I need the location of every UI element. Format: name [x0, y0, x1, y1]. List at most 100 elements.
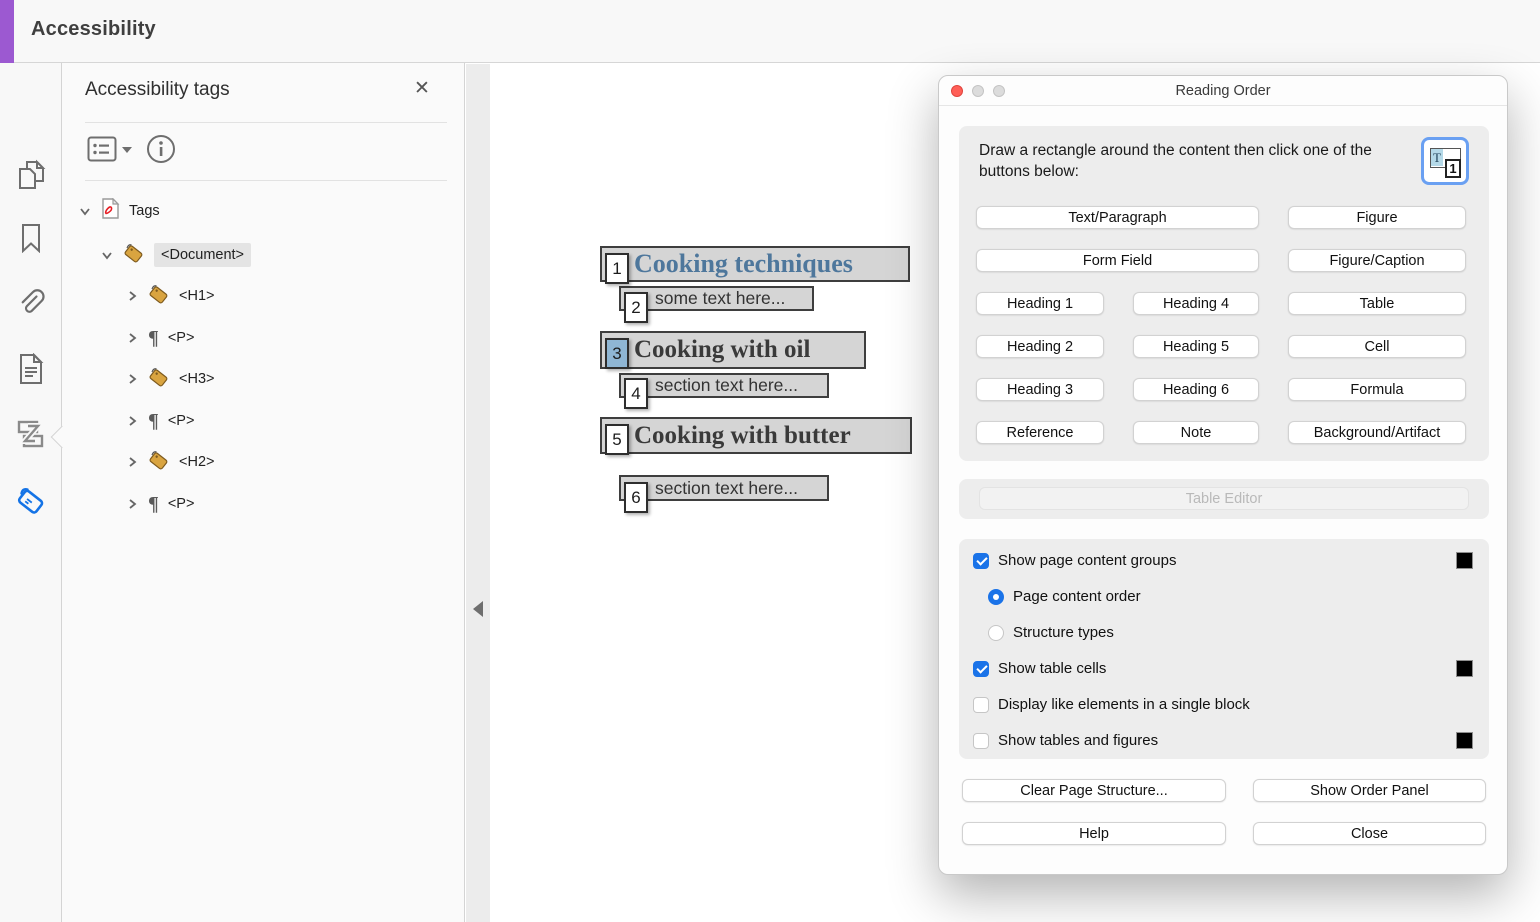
- left-icon-bar: [0, 63, 62, 922]
- checkbox[interactable]: [973, 553, 989, 569]
- text-paragraph-button[interactable]: Text/Paragraph: [976, 206, 1259, 229]
- tables-figures-color-swatch[interactable]: [1456, 732, 1473, 749]
- heading-6-button[interactable]: Heading 6: [1133, 378, 1259, 401]
- paragraph-icon: ¶: [148, 411, 159, 431]
- order-number-badge[interactable]: 5: [605, 424, 629, 455]
- tag-icon: [148, 449, 170, 476]
- checkbox[interactable]: [973, 697, 989, 713]
- list-options-icon[interactable]: [87, 136, 117, 167]
- tree-item-h2[interactable]: <H2>: [125, 447, 214, 477]
- table-cells-color-swatch[interactable]: [1456, 660, 1473, 677]
- tags-panel-title: Accessibility tags: [85, 79, 230, 101]
- bookmarks-icon[interactable]: [0, 223, 62, 253]
- chevron-down-icon[interactable]: [100, 248, 114, 262]
- tree-item-document[interactable]: <Document>: [100, 240, 251, 270]
- option-label: Page content order: [1013, 588, 1141, 605]
- tree-item-label: <Document>: [154, 243, 251, 267]
- chevron-right-icon[interactable]: [125, 497, 139, 511]
- content-group-h2[interactable]: Cooking with butter: [600, 417, 912, 454]
- chevron-down-icon[interactable]: [122, 147, 132, 153]
- heading-4-button[interactable]: Heading 4: [1133, 292, 1259, 315]
- option-label: Structure types: [1013, 624, 1114, 641]
- page-thumbnails-icon[interactable]: [0, 159, 62, 191]
- option-label: Show page content groups: [998, 552, 1176, 569]
- checkbox[interactable]: [973, 661, 989, 677]
- tree-item-h1[interactable]: <H1>: [125, 281, 214, 311]
- chevron-right-icon[interactable]: [125, 455, 139, 469]
- tree-item-tags[interactable]: Tags: [78, 196, 160, 226]
- dialog-title: Reading Order: [939, 83, 1507, 99]
- close-icon[interactable]: ✕: [414, 77, 430, 100]
- tree-item-p1[interactable]: ¶ <P>: [125, 323, 194, 353]
- option-label: Show tables and figures: [998, 732, 1158, 749]
- order-number-badge-selected[interactable]: 3: [605, 338, 629, 369]
- chevron-right-icon[interactable]: [125, 331, 139, 345]
- instruction-text: Draw a rectangle around the content then…: [979, 141, 1389, 183]
- table-editor-button: Table Editor: [979, 487, 1469, 510]
- note-button[interactable]: Note: [1133, 421, 1259, 444]
- option-show-tables-and-figures[interactable]: Show tables and figures: [973, 732, 1158, 749]
- heading-5-button[interactable]: Heading 5: [1133, 335, 1259, 358]
- chevron-right-icon[interactable]: [125, 289, 139, 303]
- close-button[interactable]: Close: [1253, 822, 1486, 845]
- chevron-down-icon[interactable]: [78, 204, 92, 218]
- chevron-right-icon[interactable]: [125, 372, 139, 386]
- order-number-badge[interactable]: 4: [624, 378, 648, 409]
- tree-item-label: <H2>: [179, 454, 214, 470]
- background-artifact-button[interactable]: Background/Artifact: [1288, 421, 1466, 444]
- option-show-page-content-groups[interactable]: Show page content groups: [973, 552, 1176, 569]
- form-field-button[interactable]: Form Field: [976, 249, 1259, 272]
- paragraph-icon: ¶: [148, 494, 159, 514]
- heading-1-button[interactable]: Heading 1: [976, 292, 1104, 315]
- attachments-icon[interactable]: [0, 287, 62, 319]
- collapse-panel-arrow-icon[interactable]: [473, 601, 483, 617]
- heading3-text: Cooking with oil: [602, 336, 810, 364]
- tree-item-label: <H1>: [179, 288, 214, 304]
- tree-item-p3[interactable]: ¶ <P>: [125, 489, 194, 519]
- checkbox[interactable]: [973, 733, 989, 749]
- order-number-badge[interactable]: 6: [624, 482, 648, 513]
- reference-button[interactable]: Reference: [976, 421, 1104, 444]
- order-number-badge[interactable]: 2: [624, 292, 648, 323]
- heading2-text: Cooking with butter: [602, 422, 851, 450]
- content-groups-color-swatch[interactable]: [1456, 552, 1473, 569]
- reading-order-dialog: Reading Order Draw a rectangle around th…: [938, 75, 1508, 875]
- accessibility-tags-icon[interactable]: [0, 484, 62, 516]
- tree-item-label: Tags: [129, 203, 160, 219]
- chevron-right-icon[interactable]: [125, 414, 139, 428]
- content-group-text3[interactable]: section text here...: [619, 475, 829, 501]
- radio-button[interactable]: [988, 625, 1004, 641]
- help-button[interactable]: Help: [962, 822, 1226, 845]
- cell-button[interactable]: Cell: [1288, 335, 1466, 358]
- show-order-panel-button[interactable]: Show Order Panel: [1253, 779, 1486, 802]
- option-display-like-elements[interactable]: Display like elements in a single block: [973, 696, 1250, 713]
- dialog-footer: Clear Page Structure... Show Order Panel…: [962, 779, 1486, 845]
- tree-item-label: <H3>: [179, 371, 214, 387]
- info-icon[interactable]: [146, 134, 176, 169]
- draw-rectangle-tool-icon[interactable]: T 1: [1421, 137, 1469, 185]
- option-page-content-order[interactable]: Page content order: [988, 588, 1141, 605]
- table-button[interactable]: Table: [1288, 292, 1466, 315]
- content-group-h3[interactable]: Cooking with oil: [600, 331, 866, 369]
- order-number-badge[interactable]: 1: [605, 253, 629, 284]
- option-label: Show table cells: [998, 660, 1106, 677]
- tree-item-label: <P>: [168, 413, 195, 429]
- content-group-text1[interactable]: some text here...: [619, 286, 814, 311]
- clear-page-structure-button[interactable]: Clear Page Structure...: [962, 779, 1226, 802]
- option-show-table-cells[interactable]: Show table cells: [973, 660, 1106, 677]
- divider: [85, 122, 447, 123]
- document-icon[interactable]: [0, 353, 62, 385]
- tree-item-h3[interactable]: <H3>: [125, 364, 214, 394]
- tree-item-p2[interactable]: ¶ <P>: [125, 406, 194, 436]
- option-structure-types[interactable]: Structure types: [988, 624, 1114, 641]
- content-group-h1[interactable]: Cooking techniques: [600, 246, 910, 282]
- formula-button[interactable]: Formula: [1288, 378, 1466, 401]
- content-group-text2[interactable]: section text here...: [619, 373, 829, 398]
- radio-button[interactable]: [988, 589, 1004, 605]
- figure-caption-button[interactable]: Figure/Caption: [1288, 249, 1466, 272]
- heading-3-button[interactable]: Heading 3: [976, 378, 1104, 401]
- tool-icon-number-mark: 1: [1445, 159, 1461, 178]
- figure-button[interactable]: Figure: [1288, 206, 1466, 229]
- dialog-title-bar[interactable]: Reading Order: [939, 76, 1507, 106]
- heading-2-button[interactable]: Heading 2: [976, 335, 1104, 358]
